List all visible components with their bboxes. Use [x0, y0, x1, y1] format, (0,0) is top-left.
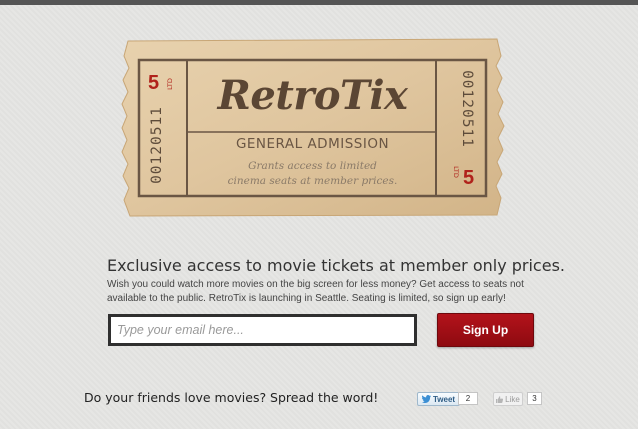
ticket-grants-line2: cinema seats at member prices. — [227, 175, 398, 187]
like-count: 3 — [527, 392, 542, 405]
headline: Exclusive access to movie tickets at mem… — [107, 256, 565, 275]
top-bar — [0, 0, 638, 5]
ticket-serial-left: 00120511 — [149, 106, 165, 184]
email-input[interactable] — [108, 314, 417, 346]
ticket-ltd-right: LTD — [452, 166, 460, 178]
ticket-stub-number-left: 5 — [148, 72, 160, 94]
ticket-grants: Grants access to limited cinema seats at… — [120, 159, 505, 189]
tweet-button[interactable]: Tweet — [417, 392, 461, 406]
ticket-grants-line1: Grants access to limited — [248, 160, 377, 172]
ticket-admission: GENERAL ADMISSION — [235, 136, 390, 152]
ticket-brand: RetroTix — [217, 72, 408, 119]
signup-button[interactable]: Sign Up — [437, 313, 534, 347]
description: Wish you could watch more movies on the … — [107, 279, 524, 304]
ticket-ltd-left: LTD — [166, 78, 174, 90]
ticket-serial-right: 00120511 — [459, 70, 475, 148]
thumbs-up-icon — [496, 395, 504, 403]
twitter-bird-icon — [422, 395, 431, 403]
tweet-count: 2 — [458, 392, 478, 405]
tweet-label: Tweet — [433, 394, 456, 404]
share-prompt: Do your friends love movies? Spread the … — [84, 390, 379, 405]
ticket-paper — [121, 38, 505, 217]
ticket-graphic: RetroTix GENERAL ADMISSION Grants access… — [120, 38, 505, 218]
like-button[interactable]: Like — [493, 392, 523, 406]
ticket-stub-number-right: 5 — [463, 167, 475, 189]
like-label: Like — [505, 394, 520, 404]
